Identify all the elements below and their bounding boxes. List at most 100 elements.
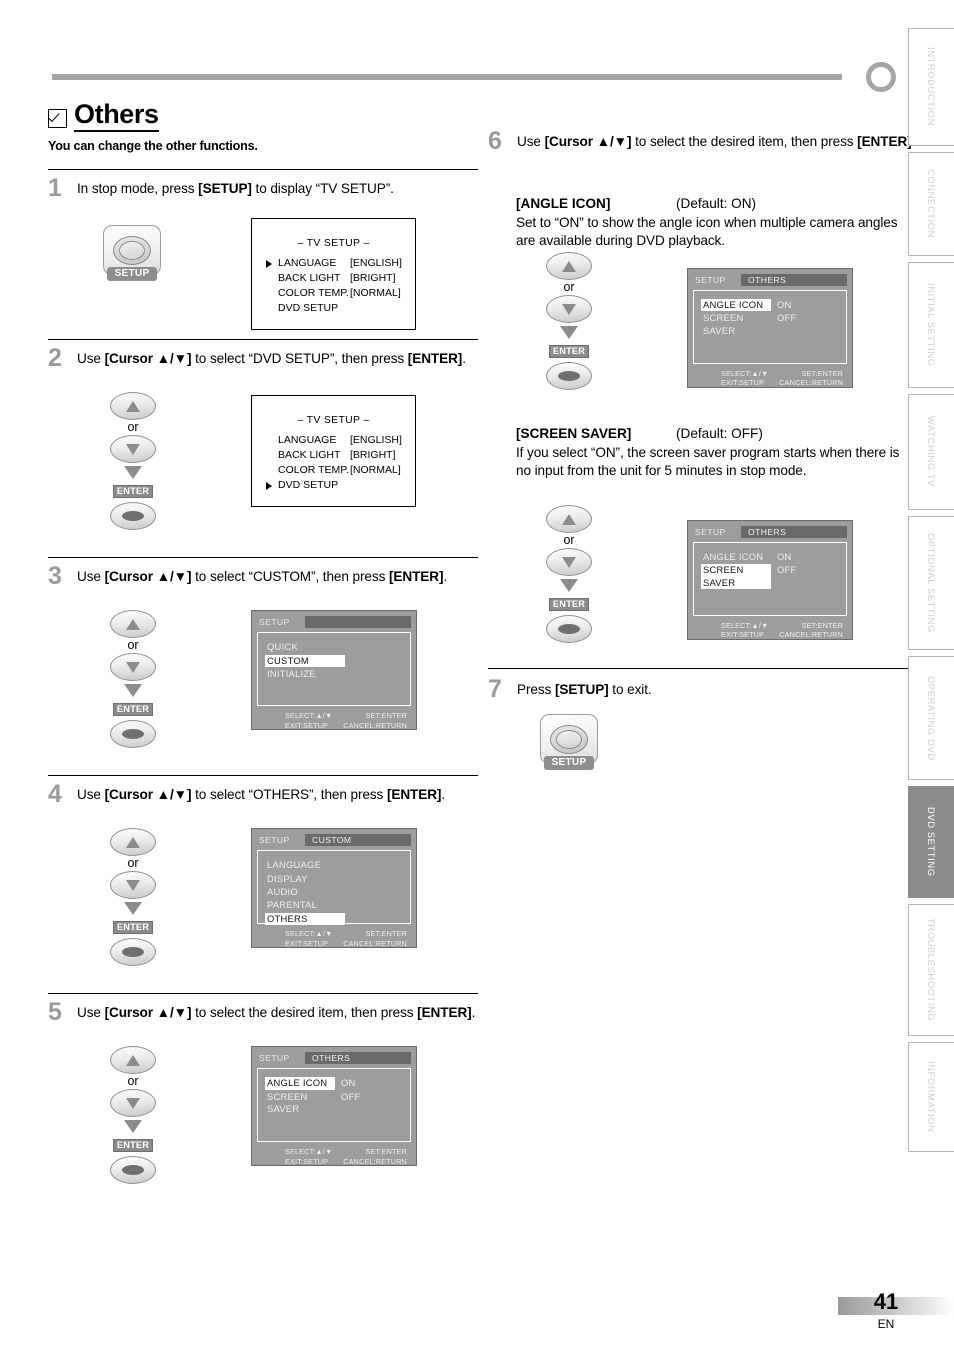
enter-button[interactable] xyxy=(546,362,592,391)
osd-footer-row: SELECT:▲/▼ SET:ENTER xyxy=(693,621,847,630)
osd-list-item[interactable]: ANGLE ICON ON xyxy=(701,299,846,312)
osd-row-label: LANGUAGE xyxy=(278,257,337,270)
cursor-enter-key-cluster[interactable]: or ENTER xyxy=(110,610,156,749)
step-text-part: to display “TV SETUP”. xyxy=(251,181,394,197)
arrow-down-icon xyxy=(126,443,140,455)
osd-foot-cancel: CANCEL:RETURN xyxy=(343,938,407,948)
cursor-down-button[interactable] xyxy=(110,653,156,682)
arrow-down-flow-icon xyxy=(124,684,142,698)
step-instruction: In stop mode, press [SETUP] to display “… xyxy=(77,177,394,198)
enter-button[interactable] xyxy=(110,502,156,531)
enter-button[interactable] xyxy=(110,1156,156,1185)
enter-button[interactable] xyxy=(110,720,156,749)
sidebar-tab-watching-tv[interactable]: WATCHING TV xyxy=(908,394,954,510)
osd-list-item[interactable]: SCREEN SAVER OFF xyxy=(701,564,846,590)
osd-list-item[interactable]: DISPLAY xyxy=(265,873,410,885)
osd-item-label: AUDIO xyxy=(267,885,298,897)
osd-item-label: QUICK xyxy=(267,641,298,653)
osd-list-panel: ANGLE ICON ON SCREEN SAVER OFF xyxy=(257,1068,411,1143)
osd-list-item[interactable]: AUDIO xyxy=(265,886,410,898)
angle-icon-body: Set to “ON” to show the angle icon when … xyxy=(516,215,898,249)
osd-list-item[interactable]: LANGUAGE xyxy=(265,859,410,871)
angle-icon-section: [ANGLE ICON] (Default: ON) Set to “ON” to… xyxy=(516,195,916,250)
step-number: 2 xyxy=(48,344,62,373)
cursor-down-button[interactable] xyxy=(110,871,156,900)
step-instruction: Use [Cursor ▲/▼] to select the desired i… xyxy=(517,130,915,151)
osd-list-item[interactable]: INITIALIZE xyxy=(265,668,410,680)
key-ref: [Cursor ▲/▼] xyxy=(104,351,192,367)
sidebar-tab-troubleshooting[interactable]: TROUBLESHOOTING xyxy=(908,904,954,1036)
osd-list-item[interactable]: ANGLE ICON ON xyxy=(701,551,846,563)
cursor-up-button[interactable] xyxy=(110,828,156,857)
key-ref: [SETUP] xyxy=(554,682,609,697)
osd-list-item[interactable]: SCREEN SAVER OFF xyxy=(701,312,846,337)
tv-setup-screen-2: – TV SETUP – LANGUAGE [ENGLISH] BACK LIG… xyxy=(251,395,416,508)
osd-list-item[interactable]: ANGLE ICON ON xyxy=(265,1077,410,1090)
cursor-up-button[interactable] xyxy=(110,610,156,639)
cursor-down-button[interactable] xyxy=(546,548,592,577)
enter-dot-icon xyxy=(122,511,144,522)
cursor-up-button[interactable] xyxy=(110,1046,156,1075)
key-ref: [ENTER] xyxy=(386,787,442,803)
osd-footer-row: SELECT:▲/▼ SET:ENTER xyxy=(257,1147,411,1156)
arrow-down-icon xyxy=(562,303,576,315)
osd-footer-row: EXIT:SETUP CANCEL:RETURN xyxy=(257,939,411,948)
enter-button[interactable] xyxy=(110,938,156,967)
osd-foot-select: SELECT:▲/▼ xyxy=(721,369,769,378)
sidebar-tab-operating-dvd[interactable]: OPERATING DVD xyxy=(908,656,954,780)
osd-title: – TV SETUP – xyxy=(297,237,370,250)
sidebar-tab-connection[interactable]: CONNECTION xyxy=(908,152,954,256)
osd-foot-exit: EXIT:SETUP xyxy=(285,1156,329,1166)
arrow-down-flow-icon xyxy=(124,466,142,480)
cursor-down-button[interactable] xyxy=(546,295,592,324)
cursor-enter-key-cluster[interactable]: or ENTER xyxy=(110,1046,156,1185)
osd-custom-menu-screen: SETUP CUSTOM LANGUAGE DISPLAY AUDIO PARE… xyxy=(251,828,417,949)
osd-item-label: SCREEN SAVER xyxy=(701,564,771,590)
enter-dot-icon xyxy=(122,1165,144,1176)
top-rule-ring-icon xyxy=(866,62,896,92)
checkbox-checked-icon xyxy=(48,108,67,128)
setup-button-graphic[interactable]: SETUP xyxy=(103,225,161,282)
osd-list-item[interactable]: QUICK xyxy=(265,641,410,653)
osd-list-item[interactable]: PARENTAL xyxy=(265,899,410,911)
osd-title: – TV SETUP – xyxy=(297,414,370,427)
osd-list-item[interactable]: SCREEN SAVER OFF xyxy=(265,1091,410,1116)
cursor-enter-key-cluster[interactable]: or ENTER xyxy=(110,392,156,531)
cursor-enter-key-cluster[interactable]: or ENTER xyxy=(546,252,592,391)
osd-item-value: ON xyxy=(341,1077,356,1089)
sidebar-tab-dvd-setting[interactable]: DVD SETTING xyxy=(908,786,954,898)
cursor-down-button[interactable] xyxy=(110,1089,156,1118)
step-2: 2 Use [Cursor ▲/▼] to select “DVD SETUP”… xyxy=(48,339,478,557)
enter-dot-icon xyxy=(122,947,144,958)
cursor-up-button[interactable] xyxy=(110,392,156,421)
screen-saver-default: (Default: OFF) xyxy=(676,426,763,441)
cursor-up-button[interactable] xyxy=(546,252,592,280)
sidebar-tab-introduction[interactable]: INTRODUCTION xyxy=(908,28,954,146)
enter-button[interactable] xyxy=(546,615,592,644)
screen-saver-body: If you select “ON”, the screen saver pro… xyxy=(516,445,900,479)
sidebar-tab-initial-setting[interactable]: INITIAL SETTING xyxy=(908,262,954,388)
arrow-up-icon xyxy=(126,618,140,630)
osd-list-item[interactable]: OTHERS xyxy=(265,912,410,926)
page-subtitle: You can change the other functions. xyxy=(48,139,258,154)
setup-button-graphic[interactable]: SETUP xyxy=(540,714,598,770)
arrow-down-icon xyxy=(562,556,576,568)
cursor-enter-key-cluster[interactable]: or ENTER xyxy=(546,505,592,644)
osd-list-panel: LANGUAGE DISPLAY AUDIO PARENTAL OTHERS xyxy=(257,850,411,926)
osd-footer: SELECT:▲/▼ SET:ENTER EXIT:SETUP CANCEL:RET… xyxy=(693,369,847,388)
sidebar-tab-information[interactable]: INFORMATION xyxy=(908,1042,954,1152)
osd-row-value: [BRIGHT] xyxy=(350,272,396,285)
sidebar-tab-optional-setting[interactable]: OPTIONAL SETTING xyxy=(908,516,954,650)
osd-foot-set: SET:ENTER xyxy=(365,929,407,939)
enter-chip-wrap: ENTER xyxy=(546,341,592,359)
setup-button-label: SETUP xyxy=(107,267,157,282)
cursor-enter-key-cluster[interactable]: or ENTER xyxy=(110,828,156,967)
or-label: or xyxy=(563,533,575,547)
cursor-down-button[interactable] xyxy=(110,435,156,464)
or-label: or xyxy=(127,420,139,435)
cursor-up-button[interactable] xyxy=(546,505,592,533)
key-ref: [Cursor ▲/▼] xyxy=(104,1005,192,1021)
step-instruction: Use [Cursor ▲/▼] to select “DVD SETUP”, … xyxy=(77,347,466,368)
osd-list-item[interactable]: CUSTOM xyxy=(265,654,410,667)
step-4: 4 Use [Cursor ▲/▼] to select “OTHERS”, t… xyxy=(48,775,478,993)
